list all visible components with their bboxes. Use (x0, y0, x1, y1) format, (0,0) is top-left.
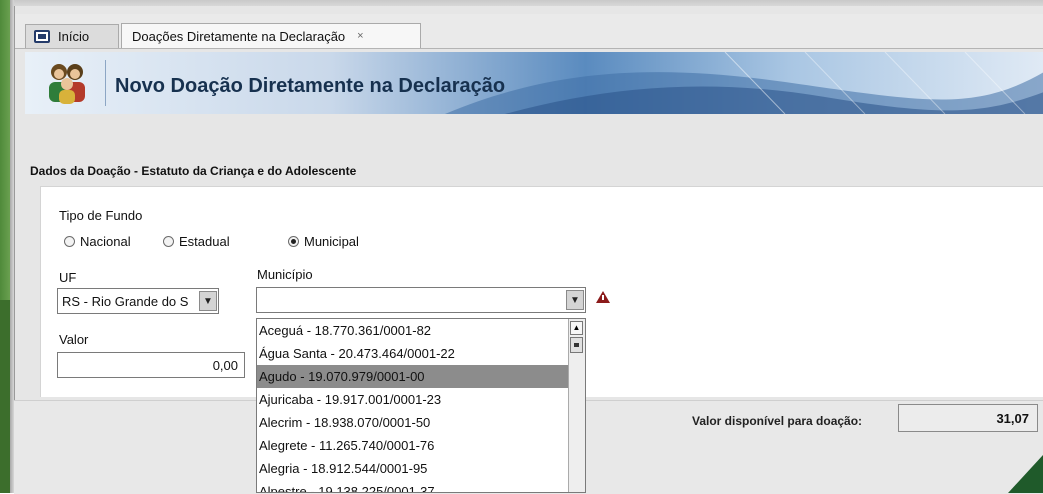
warning-icon (596, 291, 610, 303)
radio-estadual[interactable]: Estadual (163, 234, 230, 249)
chevron-down-icon[interactable]: ▼ (566, 290, 584, 310)
close-icon[interactable]: × (357, 30, 363, 42)
municipio-label: Município (257, 267, 313, 282)
scroll-thumb[interactable] (570, 337, 583, 353)
section-title: Dados da Doação - Estatuto da Criança e … (30, 164, 357, 178)
radio-municipal-label: Municipal (304, 234, 359, 249)
tab-bar: Início Doações Diretamente na Declaração… (15, 14, 1043, 49)
list-item[interactable]: Ajuricaba - 19.917.001/0001-23 (257, 388, 569, 411)
available-amount-value: 31,07 (996, 410, 1029, 426)
radio-nacional[interactable]: Nacional (64, 234, 131, 249)
uf-select[interactable]: RS - Rio Grande do S ▼ (57, 288, 219, 314)
valor-label: Valor (59, 332, 89, 347)
radio-circle-checked (288, 236, 299, 247)
scroll-up-icon[interactable]: ▲ (570, 321, 583, 335)
page-title: Novo Doação Diretamente na Declaração (115, 75, 506, 97)
list-item[interactable]: Alpestre - 19.138.225/0001-37 (257, 480, 569, 492)
tab-doacoes[interactable]: Doações Diretamente na Declaração × (121, 23, 421, 48)
background-edge (0, 0, 14, 493)
valor-input[interactable]: 0,00 (57, 352, 245, 378)
radio-circle (64, 236, 75, 247)
available-amount-label: Valor disponível para doação: (692, 414, 863, 428)
tab-doacoes-label: Doações Diretamente na Declaração (132, 28, 346, 44)
tab-home-label: Início (58, 29, 90, 44)
background-green (0, 300, 10, 493)
municipio-dropdown-list[interactable]: Aceguá - 18.770.361/0001-82 Água Santa -… (256, 318, 586, 493)
banner-separator (105, 60, 106, 106)
list-item[interactable]: Alecrim - 18.938.070/0001-50 (257, 411, 569, 434)
list-item[interactable]: Aceguá - 18.770.361/0001-82 (257, 319, 569, 342)
available-amount-field: 31,07 (898, 404, 1038, 432)
list-scrollbar[interactable]: ▲ (568, 319, 585, 492)
home-icon (34, 30, 50, 43)
chevron-down-icon[interactable]: ▼ (199, 291, 217, 311)
page-banner: Novo Doação Diretamente na Declaração (25, 52, 1043, 114)
valor-input-value: 0,00 (212, 357, 238, 373)
people-group-icon (49, 64, 85, 104)
radio-nacional-label: Nacional (80, 234, 131, 249)
radio-estadual-label: Estadual (179, 234, 230, 249)
fund-type-label: Tipo de Fundo (59, 208, 143, 223)
uf-select-value: RS - Rio Grande do S (62, 293, 189, 309)
uf-label: UF (59, 270, 77, 285)
tab-home[interactable]: Início (25, 24, 119, 48)
radio-circle (163, 236, 174, 247)
list-item[interactable]: Alegrete - 11.265.740/0001-76 (257, 434, 569, 457)
municipio-select[interactable]: ▼ (256, 287, 586, 313)
list-item[interactable]: Alegria - 18.912.544/0001-95 (257, 457, 569, 480)
list-item[interactable]: Água Santa - 20.473.464/0001-22 (257, 342, 569, 365)
corner-decoration (1008, 455, 1043, 493)
list-item-selected[interactable]: Agudo - 19.070.979/0001-00 (257, 365, 569, 388)
radio-municipal[interactable]: Municipal (288, 234, 359, 249)
